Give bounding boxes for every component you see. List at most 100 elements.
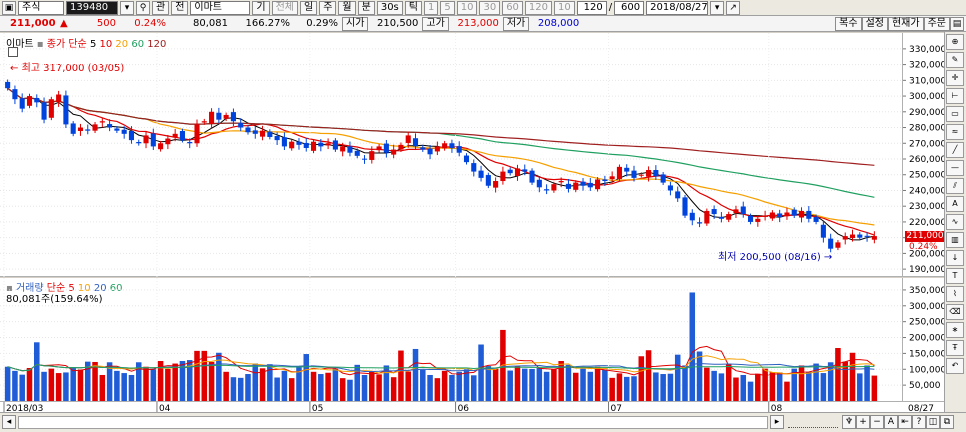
ruler-icon[interactable]: ⊢ [946, 88, 964, 104]
price-chart-panel[interactable]: 이마트 ▪ 종가 단순 5 10 20 60 120 ← 최고 317,000 … [0, 33, 902, 277]
volume-tick-label: 200,000 [909, 334, 945, 344]
button-10[interactable]: 10 [456, 0, 478, 15]
order-button[interactable]: 주문 [923, 16, 950, 31]
button-120[interactable]: 120 [524, 0, 553, 15]
candle-body [682, 197, 688, 216]
scroll-left-icon[interactable]: ◂ [2, 415, 16, 429]
button-favorite[interactable]: 관 [152, 0, 170, 15]
price-candle [19, 93, 25, 113]
button-30s[interactable]: 30s [376, 0, 403, 15]
candle-body [19, 98, 25, 109]
search-icon[interactable]: ⚲ [136, 0, 150, 15]
brush-icon[interactable]: ✎ [946, 52, 964, 68]
volume-bar [420, 369, 426, 401]
help-icon[interactable]: ? [912, 415, 926, 429]
button-30[interactable]: 30 [479, 0, 501, 15]
dropdown-icon[interactable]: ▾ [120, 0, 134, 15]
line-icon[interactable]: — [946, 160, 964, 176]
marker-icon[interactable]: ♆ [842, 415, 856, 429]
zoom-icon[interactable]: ⊕ [946, 34, 964, 50]
auto-icon[interactable]: A [946, 196, 964, 212]
price-candle [777, 209, 783, 223]
fibo-icon[interactable]: ⌇ [946, 286, 964, 302]
candle-body [303, 142, 309, 148]
volume-bar [456, 371, 462, 401]
volume-bar [208, 361, 215, 401]
undo-icon[interactable]: ↶ [946, 358, 964, 374]
price-candle [740, 201, 746, 218]
volume-bar [806, 371, 812, 401]
button-week[interactable]: 주 [319, 0, 337, 15]
button-tick[interactable]: 틱 [404, 0, 422, 15]
wave-icon[interactable]: ∿ [946, 214, 964, 230]
candle-body [485, 175, 491, 186]
volume-bar [507, 370, 513, 401]
window-menu-icon[interactable]: ▣ [2, 0, 16, 15]
price-candle [478, 165, 484, 182]
prev-icon[interactable]: ⇤ [898, 415, 912, 429]
text-icon[interactable]: T [946, 268, 964, 284]
price-candle [420, 144, 426, 152]
multi-button[interactable]: 복수 [835, 16, 862, 31]
candle-body [354, 150, 360, 156]
chart-tool-icon[interactable]: ↗ [726, 0, 741, 15]
total-input[interactable]: 600 [614, 0, 645, 15]
note-icon[interactable]: ▭ [946, 106, 964, 122]
volume-bar [543, 371, 550, 401]
all-icon[interactable]: ∗ [946, 322, 964, 338]
candle-body [107, 124, 113, 128]
text-box-icon[interactable]: Ŧ [946, 340, 964, 356]
scroll-right-icon[interactable]: ▸ [770, 415, 784, 429]
date-input[interactable]: 2018/08/27 [646, 0, 709, 15]
market-select[interactable]: 주식 [18, 0, 64, 15]
candle-body [784, 212, 790, 217]
volume-chart-panel[interactable]: ▪ 거래량 단순 5 10 20 60 80,081주(159.64%) [0, 278, 902, 401]
bars-icon[interactable]: ▥ [946, 232, 964, 248]
eraser-icon[interactable]: ⌫ [946, 304, 964, 320]
candle-body [383, 143, 389, 153]
button-10b[interactable]: 10 [554, 0, 575, 15]
trendline-icon[interactable]: ╱ [946, 142, 964, 158]
candle-body [63, 95, 69, 125]
zoom-out-icon[interactable]: − [870, 415, 884, 429]
button-1[interactable]: 1 [423, 0, 439, 15]
crosshair-icon[interactable]: ✛ [946, 70, 964, 86]
price-candle [391, 144, 397, 159]
indicator-icon[interactable]: ≈ [946, 124, 964, 140]
candle-body [252, 130, 258, 134]
button-minute[interactable]: 분 [357, 0, 375, 15]
button-period[interactable]: 기 [252, 0, 270, 15]
button-60[interactable]: 60 [502, 0, 523, 15]
button-5[interactable]: 5 [440, 0, 455, 15]
down-arrow-icon[interactable]: ↓ [946, 250, 964, 266]
layout-icon[interactable]: ▤ [950, 16, 964, 31]
button-day[interactable]: 일 [300, 0, 318, 15]
price-tick-label: 230,000 [909, 202, 945, 212]
candle-body [864, 235, 870, 237]
settings-button[interactable]: 설정 [861, 16, 888, 31]
scroll-track[interactable] [18, 416, 768, 429]
stock-code-input[interactable]: 139480 [66, 0, 118, 15]
channel-icon[interactable]: ⫽ [946, 178, 964, 194]
button-full[interactable]: 전체 [271, 0, 299, 15]
price-ma-line-20 [7, 87, 875, 226]
window-icon[interactable]: ◫ [926, 415, 940, 429]
candle-body [536, 179, 542, 188]
candle-body [412, 138, 419, 147]
volume-bar [653, 372, 659, 401]
copy-icon[interactable]: ⧉ [940, 415, 954, 429]
current-price-button[interactable]: 현재가 [887, 16, 924, 31]
button-all[interactable]: 전 [171, 0, 189, 15]
button-month[interactable]: 월 [338, 0, 356, 15]
candle-body [806, 210, 812, 219]
candle-body [849, 234, 856, 238]
date-dropdown-icon[interactable]: ▾ [710, 0, 725, 15]
count-input[interactable]: 120 [576, 0, 607, 15]
up-arrow-icon: ▲ [60, 18, 68, 29]
candle-body [820, 224, 826, 238]
candle-body [77, 127, 84, 131]
zoom-in-icon[interactable]: + [856, 415, 870, 429]
font-icon[interactable]: A [884, 415, 898, 429]
zoom-slider[interactable] [788, 417, 838, 428]
volume-bar [514, 366, 521, 401]
